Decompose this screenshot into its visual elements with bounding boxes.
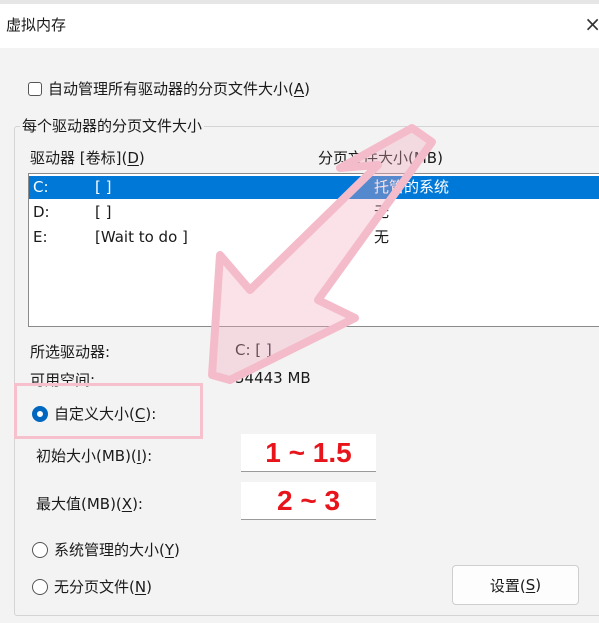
drive-paging-size: 无 (374, 203, 390, 221)
drive-paging-size: 无 (374, 228, 390, 246)
drive-paging-size: 托管的系统 (374, 178, 450, 196)
auto-manage-label: 自动管理所有驱动器的分页文件大小(A) (48, 80, 310, 98)
radio-icon[interactable] (32, 578, 48, 595)
drive-row-e[interactable]: E: [Wait to do ] 无 (29, 226, 599, 249)
group-label: 每个驱动器的分页文件大小 (20, 115, 205, 136)
annotation-highlight-box (14, 383, 203, 439)
initial-size-input[interactable]: 1 ~ 1.5 (241, 434, 376, 472)
drive-column-header: 驱动器 [卷标](D) (30, 149, 145, 167)
drive-label: [Wait to do ] (95, 228, 188, 246)
set-button[interactable]: 设置(S) (452, 565, 579, 605)
drive-row-d[interactable]: D: [ ] 无 (29, 201, 599, 224)
drive-letter: D: (33, 203, 50, 221)
max-size-label: 最大值(MB)(X): (36, 495, 143, 513)
drive-row-c[interactable]: C: [ ] 托管的系统 (29, 176, 599, 199)
drive-label: [ ] (95, 178, 112, 196)
checkbox-box[interactable] (28, 81, 42, 96)
selected-drive-value: C: [ ] (235, 341, 272, 359)
initial-size-label: 初始大小(MB)(I): (36, 447, 153, 465)
selected-drive-label: 所选驱动器: (30, 343, 111, 361)
no-paging-radio[interactable]: 无分页文件(N) (32, 576, 152, 597)
no-paging-label: 无分页文件(N) (54, 578, 152, 596)
drive-label: [ ] (95, 203, 112, 221)
window-title: 虚拟内存 (6, 16, 67, 34)
drive-letter: E: (33, 228, 48, 246)
auto-manage-checkbox[interactable]: 自动管理所有驱动器的分页文件大小(A) (28, 78, 310, 99)
radio-icon[interactable] (32, 541, 48, 558)
system-managed-label: 系统管理的大小(Y) (54, 541, 180, 559)
drive-list[interactable]: C: [ ] 托管的系统 D: [ ] 无 E: [Wait to do ] 无 (28, 173, 599, 327)
max-size-input[interactable]: 2 ~ 3 (241, 482, 376, 520)
paging-size-column-header: 分页文件大小(MB) (318, 149, 443, 167)
drive-letter: C: (33, 178, 49, 196)
system-managed-radio[interactable]: 系统管理的大小(Y) (32, 539, 180, 560)
available-space-value: 54443 MB (235, 369, 311, 387)
title-bar: 虚拟内存 × (0, 4, 599, 48)
close-icon[interactable]: × (584, 12, 599, 36)
